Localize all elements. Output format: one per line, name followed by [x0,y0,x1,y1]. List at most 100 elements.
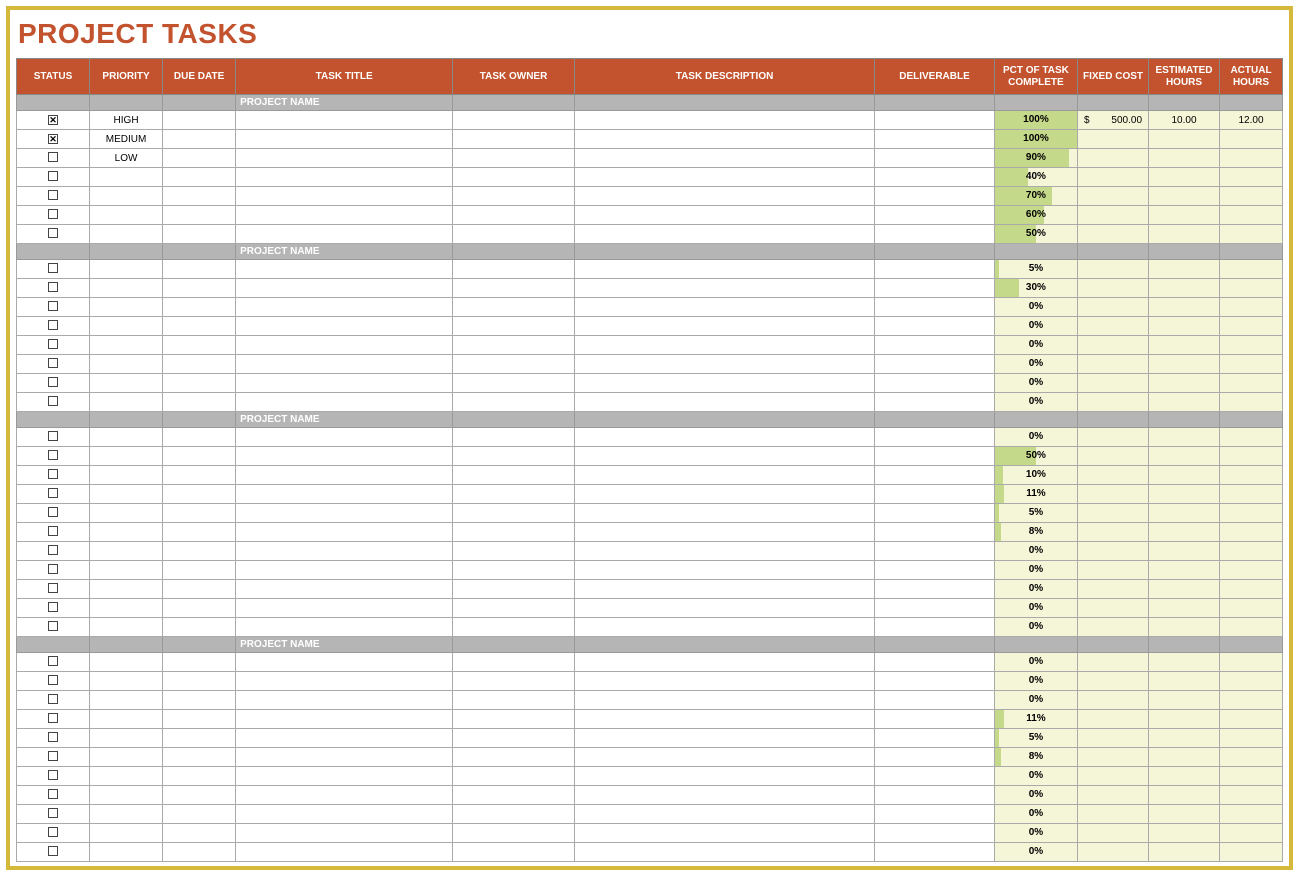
due-date-cell[interactable] [163,653,236,672]
due-date-cell[interactable] [163,279,236,298]
status-cell[interactable] [17,599,90,618]
actual-hours-cell[interactable] [1220,485,1283,504]
estimated-hours-cell[interactable]: 10.00 [1149,111,1220,130]
priority-cell[interactable] [90,767,163,786]
project-name-label[interactable]: PROJECT NAME [236,244,453,260]
priority-cell[interactable] [90,225,163,244]
task-owner-cell[interactable] [453,225,575,244]
actual-hours-cell[interactable] [1220,317,1283,336]
priority-cell[interactable] [90,599,163,618]
pct-complete-cell[interactable]: 50% [994,447,1077,466]
status-checkbox[interactable] [48,469,58,479]
project-name-label[interactable]: PROJECT NAME [236,637,453,653]
pct-complete-cell[interactable]: 70% [994,187,1077,206]
priority-cell[interactable] [90,729,163,748]
actual-hours-cell[interactable] [1220,824,1283,843]
actual-hours-cell[interactable] [1220,599,1283,618]
pct-complete-cell[interactable]: 0% [994,786,1077,805]
due-date-cell[interactable] [163,710,236,729]
fixed-cost-cell[interactable] [1078,485,1149,504]
pct-complete-cell[interactable]: 0% [994,824,1077,843]
estimated-hours-cell[interactable] [1149,130,1220,149]
due-date-cell[interactable] [163,111,236,130]
pct-complete-cell[interactable]: 0% [994,805,1077,824]
due-date-cell[interactable] [163,225,236,244]
status-checkbox[interactable]: ✕ [48,134,58,144]
due-date-cell[interactable] [163,691,236,710]
status-cell[interactable] [17,393,90,412]
estimated-hours-cell[interactable] [1149,599,1220,618]
estimated-hours-cell[interactable] [1149,355,1220,374]
actual-hours-cell[interactable] [1220,672,1283,691]
pct-complete-cell[interactable]: 5% [994,729,1077,748]
task-owner-cell[interactable] [453,336,575,355]
task-description-cell[interactable] [574,279,874,298]
priority-cell[interactable] [90,542,163,561]
estimated-hours-cell[interactable] [1149,504,1220,523]
pct-complete-cell[interactable]: 60% [994,206,1077,225]
task-description-cell[interactable] [574,523,874,542]
estimated-hours-cell[interactable] [1149,824,1220,843]
fixed-cost-cell[interactable] [1078,336,1149,355]
status-cell[interactable] [17,618,90,637]
task-owner-cell[interactable] [453,691,575,710]
estimated-hours-cell[interactable] [1149,485,1220,504]
estimated-hours-cell[interactable] [1149,336,1220,355]
task-owner-cell[interactable] [453,298,575,317]
priority-cell[interactable] [90,618,163,637]
fixed-cost-cell[interactable] [1078,298,1149,317]
due-date-cell[interactable] [163,130,236,149]
priority-cell[interactable] [90,672,163,691]
task-description-cell[interactable] [574,748,874,767]
actual-hours-cell[interactable] [1220,447,1283,466]
task-description-cell[interactable] [574,672,874,691]
task-description-cell[interactable] [574,111,874,130]
status-checkbox[interactable] [48,694,58,704]
status-cell[interactable] [17,786,90,805]
deliverable-cell[interactable] [875,447,995,466]
task-title-cell[interactable] [236,672,453,691]
priority-cell[interactable] [90,168,163,187]
status-cell[interactable] [17,225,90,244]
task-description-cell[interactable] [574,317,874,336]
priority-cell[interactable] [90,206,163,225]
deliverable-cell[interactable] [875,504,995,523]
fixed-cost-cell[interactable] [1078,130,1149,149]
actual-hours-cell[interactable] [1220,187,1283,206]
project-group-row[interactable]: PROJECT NAME [17,637,1283,653]
task-owner-cell[interactable] [453,843,575,862]
due-date-cell[interactable] [163,805,236,824]
fixed-cost-cell[interactable] [1078,786,1149,805]
task-title-cell[interactable] [236,149,453,168]
priority-cell[interactable] [90,447,163,466]
estimated-hours-cell[interactable] [1149,279,1220,298]
task-owner-cell[interactable] [453,618,575,637]
task-title-cell[interactable] [236,298,453,317]
deliverable-cell[interactable] [875,279,995,298]
task-title-cell[interactable] [236,504,453,523]
status-checkbox[interactable] [48,152,58,162]
deliverable-cell[interactable] [875,805,995,824]
task-owner-cell[interactable] [453,130,575,149]
priority-cell[interactable] [90,710,163,729]
due-date-cell[interactable] [163,374,236,393]
actual-hours-cell[interactable] [1220,149,1283,168]
task-title-cell[interactable] [236,206,453,225]
actual-hours-cell[interactable] [1220,260,1283,279]
fixed-cost-cell[interactable] [1078,279,1149,298]
deliverable-cell[interactable] [875,317,995,336]
fixed-cost-cell[interactable] [1078,225,1149,244]
priority-cell[interactable] [90,393,163,412]
task-description-cell[interactable] [574,710,874,729]
fixed-cost-cell[interactable] [1078,691,1149,710]
status-cell[interactable] [17,187,90,206]
actual-hours-cell[interactable] [1220,748,1283,767]
task-title-cell[interactable] [236,317,453,336]
fixed-cost-cell[interactable] [1078,710,1149,729]
status-cell[interactable] [17,485,90,504]
actual-hours-cell[interactable] [1220,336,1283,355]
estimated-hours-cell[interactable] [1149,542,1220,561]
due-date-cell[interactable] [163,393,236,412]
actual-hours-cell[interactable] [1220,618,1283,637]
status-cell[interactable] [17,523,90,542]
